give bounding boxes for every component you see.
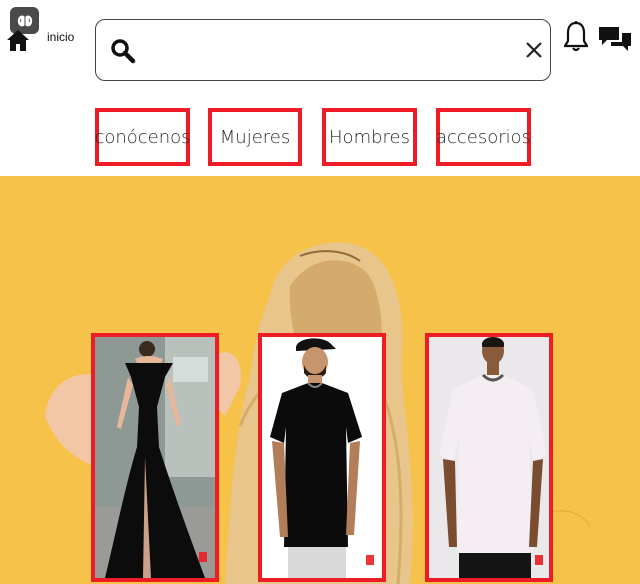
nav-conocenos-button[interactable]: conócenos (94, 108, 191, 166)
nav-hombres-button[interactable]: Hombres (322, 108, 417, 166)
site-header: inicio conócenos Mujeres Hombres accesor… (0, 0, 640, 176)
product-card-white-tshirt[interactable] (425, 333, 553, 582)
home-icon[interactable] (6, 28, 30, 52)
black-tshirt-image (262, 337, 382, 578)
category-nav: conócenos Mujeres Hombres accesorios (0, 108, 640, 166)
search-icon[interactable] (110, 38, 136, 64)
white-tshirt-image (429, 337, 549, 578)
nav-mujeres-button[interactable]: Mujeres (208, 108, 302, 166)
black-gown-image (95, 337, 215, 578)
search-input[interactable] (148, 34, 512, 68)
close-icon[interactable] (524, 40, 544, 60)
product-card-black-tshirt[interactable] (258, 333, 386, 582)
home-label[interactable]: inicio (47, 30, 74, 44)
chat-icon[interactable] (598, 25, 632, 55)
hero-banner (0, 176, 640, 584)
nav-accesorios-button[interactable]: accesorios (436, 108, 531, 166)
search-bar[interactable] (95, 19, 551, 81)
product-card-black-gown[interactable] (91, 333, 219, 582)
bell-icon[interactable] (563, 20, 589, 54)
